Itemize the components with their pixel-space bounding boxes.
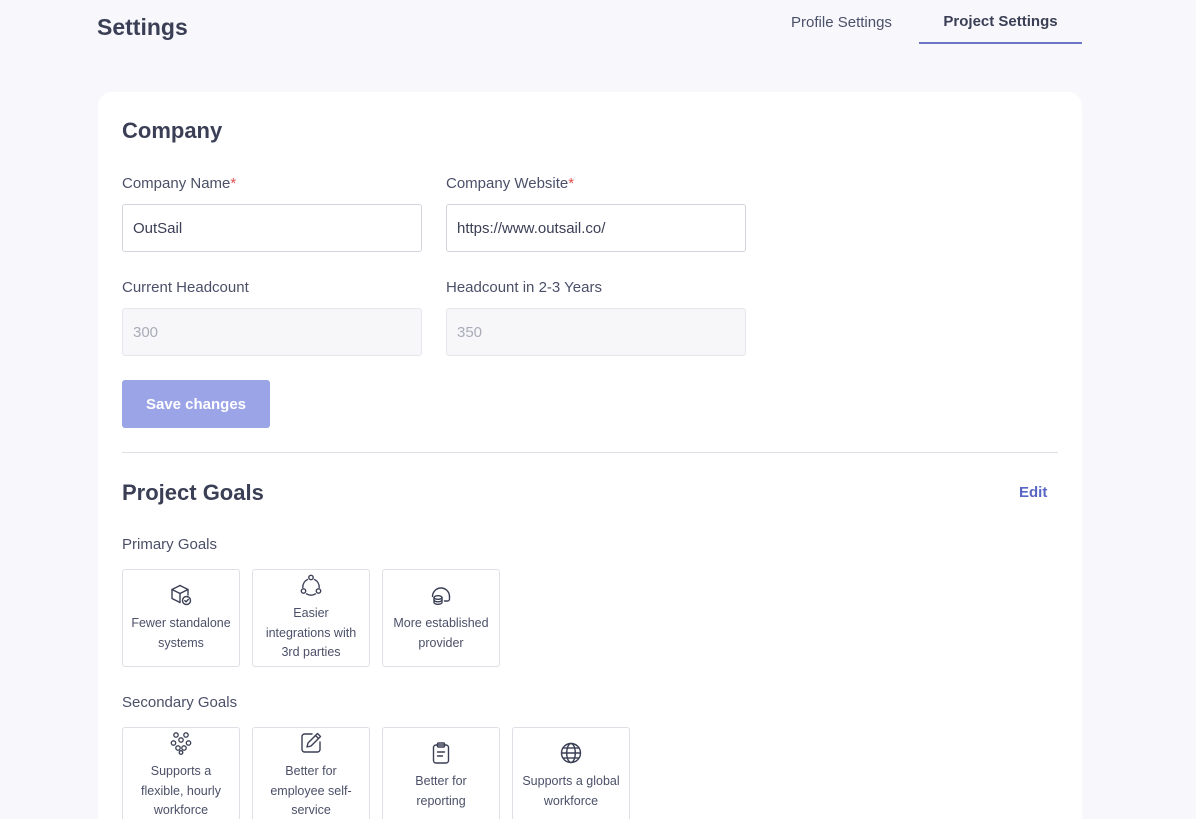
company-website-label: Company Website*	[446, 175, 574, 192]
secondary-goal-tile: Supports a global workforce	[512, 727, 630, 819]
company-website-label-text: Company Website	[446, 175, 569, 192]
primary-goal-tile: Easier integrations with 3rd parties	[252, 569, 370, 667]
primary-goals-label: Primary Goals	[122, 536, 218, 553]
secondary-goal-tile: Better for employee self-service	[252, 727, 370, 819]
goal-label: Better for employee self-service	[270, 764, 352, 818]
edit-pen-icon	[301, 733, 322, 753]
goal-label: More established provider	[393, 616, 489, 650]
primary-goal-tile: Fewer standalone systems	[122, 569, 240, 667]
section-divider	[122, 452, 1058, 453]
current-headcount-input	[122, 308, 422, 356]
goal-label: Supports a global workforce	[522, 774, 620, 808]
edit-goals-link[interactable]: Edit	[1019, 484, 1047, 501]
goal-label: Supports a flexible, hourly workforce	[141, 764, 221, 818]
company-name-label: Company Name*	[122, 175, 236, 192]
page-title: Settings	[97, 14, 188, 40]
tab-profile-settings[interactable]: Profile Settings	[764, 0, 919, 44]
future-headcount-input	[446, 308, 746, 356]
company-section-title: Company	[122, 118, 223, 143]
company-name-label-text: Company Name	[122, 175, 231, 192]
settings-page: Settings Profile Settings Project Settin…	[0, 0, 1196, 819]
current-headcount-label: Current Headcount	[122, 279, 249, 296]
goal-label: Better for reporting	[415, 774, 467, 808]
primary-goal-tile: More established provider	[382, 569, 500, 667]
goal-label: Easier integrations with 3rd parties	[265, 606, 357, 660]
integration-nodes-icon	[300, 574, 322, 597]
settings-card: Company Company Name* Company Website* C…	[98, 92, 1082, 819]
secondary-goal-tile: Better for reporting	[382, 727, 500, 819]
database-badge-icon	[431, 587, 451, 605]
people-group-icon	[170, 732, 192, 756]
secondary-goals-label: Secondary Goals	[122, 694, 238, 711]
tab-project-settings[interactable]: Project Settings	[919, 0, 1082, 44]
settings-tabs: Profile Settings Project Settings	[764, 0, 1082, 46]
project-goals-title: Project Goals	[122, 480, 264, 505]
globe-icon	[560, 742, 582, 764]
company-name-input[interactable]	[122, 204, 422, 252]
clipboard-icon	[432, 742, 450, 764]
secondary-goal-tile: Supports a flexible, hourly workforce	[122, 727, 240, 819]
goal-label: Fewer standalone systems	[131, 616, 231, 650]
required-mark: *	[568, 175, 575, 192]
cube-check-icon	[171, 584, 192, 606]
company-website-input[interactable]	[446, 204, 746, 252]
required-mark: *	[230, 175, 237, 192]
save-changes-button[interactable]: Save changes	[122, 380, 270, 428]
future-headcount-label: Headcount in 2-3 Years	[446, 279, 602, 296]
